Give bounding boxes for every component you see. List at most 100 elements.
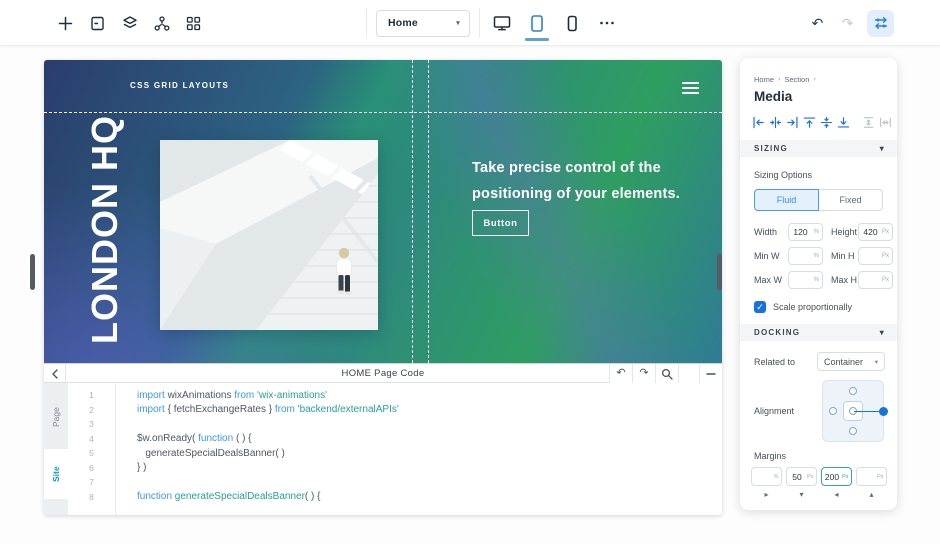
- fluid-option[interactable]: Fluid: [754, 189, 819, 211]
- related-to-dropdown[interactable]: Container ▾: [817, 352, 885, 371]
- code-panel-spacer: [678, 364, 699, 383]
- unit-suffix: %: [814, 277, 819, 283]
- related-to-label: Related to: [754, 357, 795, 367]
- margin-input-left[interactable]: 200Px: [821, 467, 852, 486]
- margin-input-up[interactable]: Px: [856, 467, 887, 486]
- line-number: 2: [68, 405, 115, 415]
- align-center-vertical-button[interactable]: [820, 116, 833, 129]
- code-panel-actions: ↶ ↷: [609, 364, 722, 383]
- site-logo-text[interactable]: CSS GRID LAYOUTS: [130, 81, 229, 90]
- connections-button[interactable]: [151, 7, 172, 39]
- breadcrumb-separator: ›: [813, 76, 815, 83]
- mobile-view-button[interactable]: [559, 0, 585, 46]
- height-value: 420: [859, 224, 882, 240]
- desktop-icon: [492, 14, 512, 32]
- hamburger-menu-icon[interactable]: [682, 82, 699, 94]
- breadcrumb-home[interactable]: Home: [754, 75, 774, 84]
- min-w-input[interactable]: %: [788, 247, 823, 265]
- hero-vertical-title[interactable]: LONDON HQ: [84, 142, 138, 344]
- docking-alignment-widget[interactable]: [822, 380, 884, 442]
- page-panel-button[interactable]: [87, 7, 108, 39]
- width-label: Width: [754, 227, 788, 237]
- margin-value: 50: [787, 468, 807, 485]
- dock-top-dot[interactable]: [849, 387, 857, 395]
- tablet-view-button[interactable]: [524, 0, 550, 46]
- code-minimize-button[interactable]: [699, 364, 722, 383]
- distribute-horizontal-icon: [879, 116, 892, 129]
- margins-label: Margins: [754, 451, 883, 462]
- undo-button[interactable]: ↶: [807, 7, 828, 39]
- redo-button[interactable]: ↷: [837, 7, 858, 39]
- margin-inputs: %50Px200Px Px: [751, 467, 897, 486]
- code-line[interactable]: 7: [68, 475, 720, 490]
- width-input[interactable]: 120%: [788, 223, 823, 241]
- line-number: 3: [68, 419, 115, 429]
- code-line[interactable]: 5 generateSpecialDealsBanner( ): [68, 446, 720, 461]
- toolbar-left-group: [55, 0, 204, 46]
- undo-icon: ↶: [812, 16, 824, 30]
- layout-tools-button[interactable]: [867, 10, 894, 37]
- align-center-horizontal-icon: [769, 116, 782, 129]
- plus-icon: [57, 15, 74, 32]
- redo-icon: ↷: [639, 368, 648, 379]
- min-h-label: Min H: [831, 251, 858, 261]
- checkbox-checked-icon[interactable]: ✓: [754, 301, 766, 313]
- code-line[interactable]: 1import wixAnimations from 'wix-animatio…: [68, 388, 720, 403]
- canvas-resize-handle-right[interactable]: [717, 254, 722, 290]
- align-left-button[interactable]: [752, 116, 765, 129]
- code-line[interactable]: 6} ): [68, 461, 720, 476]
- min-h-input[interactable]: Px: [858, 247, 893, 265]
- dock-right-dot-selected[interactable]: [879, 407, 888, 416]
- code-text: } ): [137, 462, 146, 473]
- align-center-horizontal-button[interactable]: [769, 116, 782, 129]
- code-line[interactable]: 8function generateSpecialDealsBanner( ) …: [68, 490, 720, 505]
- tab-page[interactable]: Page: [44, 391, 68, 443]
- hero-button[interactable]: Button: [472, 210, 529, 236]
- code-search-button[interactable]: [655, 364, 678, 383]
- canvas-resize-handle-left[interactable]: [30, 254, 35, 290]
- distribute-vertical-button[interactable]: [862, 116, 875, 129]
- align-right-button[interactable]: [786, 116, 799, 129]
- page-panel-icon: [89, 15, 106, 32]
- sizing-section-header[interactable]: SIZING ▾: [740, 140, 897, 157]
- align-top-button[interactable]: [803, 116, 816, 129]
- staircase-photo[interactable]: [160, 140, 378, 330]
- align-bottom-button[interactable]: [837, 116, 850, 129]
- code-redo-button[interactable]: ↷: [632, 364, 655, 383]
- more-views-button[interactable]: [594, 0, 620, 46]
- margin-input-down[interactable]: 50Px: [786, 467, 817, 486]
- docking-section-header[interactable]: DOCKING ▾: [740, 324, 897, 341]
- page-selector[interactable]: Home ▾: [376, 10, 470, 37]
- max-h-value: [859, 272, 882, 288]
- code-text: import wixAnimations from 'wix-animation…: [137, 390, 327, 401]
- margin-input-right[interactable]: %: [751, 467, 782, 486]
- tab-site[interactable]: Site: [44, 449, 68, 499]
- code-line[interactable]: 2import { fetchExchangeRates } from 'bac…: [68, 403, 720, 418]
- dock-left-dot[interactable]: [829, 407, 837, 415]
- distribute-vertical-icon: [862, 116, 875, 129]
- search-icon: [661, 368, 673, 380]
- max-h-label: Max H: [831, 275, 858, 285]
- hero-media-section[interactable]: CSS GRID LAYOUTS LONDON HQ: [44, 60, 722, 363]
- code-undo-button[interactable]: ↶: [609, 364, 632, 383]
- desktop-view-button[interactable]: [489, 0, 515, 46]
- fixed-option[interactable]: Fixed: [819, 189, 883, 211]
- align-right-icon: [786, 116, 799, 129]
- height-input[interactable]: 420Px: [858, 223, 893, 241]
- margin-direction-down-icon: ▾: [786, 490, 817, 499]
- app-grid-button[interactable]: [183, 7, 204, 39]
- code-line[interactable]: 4$w.onReady( function ( ) {: [68, 432, 720, 447]
- code-line[interactable]: 3: [68, 417, 720, 432]
- unit-suffix: Px: [882, 229, 889, 235]
- hero-copy-text[interactable]: Take precise control of the positioning …: [472, 156, 680, 207]
- breadcrumb-section[interactable]: Section: [784, 75, 809, 84]
- scale-proportionally-row[interactable]: ✓ Scale proportionally: [754, 301, 883, 313]
- layers-button[interactable]: [119, 7, 140, 39]
- max-w-input[interactable]: %: [788, 271, 823, 289]
- max-h-input[interactable]: Px: [858, 271, 893, 289]
- sizing-field-row: Max W%Max HPx: [754, 271, 883, 289]
- unit-suffix: Px: [877, 474, 883, 480]
- add-element-button[interactable]: [55, 7, 76, 39]
- dock-bottom-dot[interactable]: [849, 427, 857, 435]
- distribute-horizontal-button[interactable]: [879, 116, 892, 129]
